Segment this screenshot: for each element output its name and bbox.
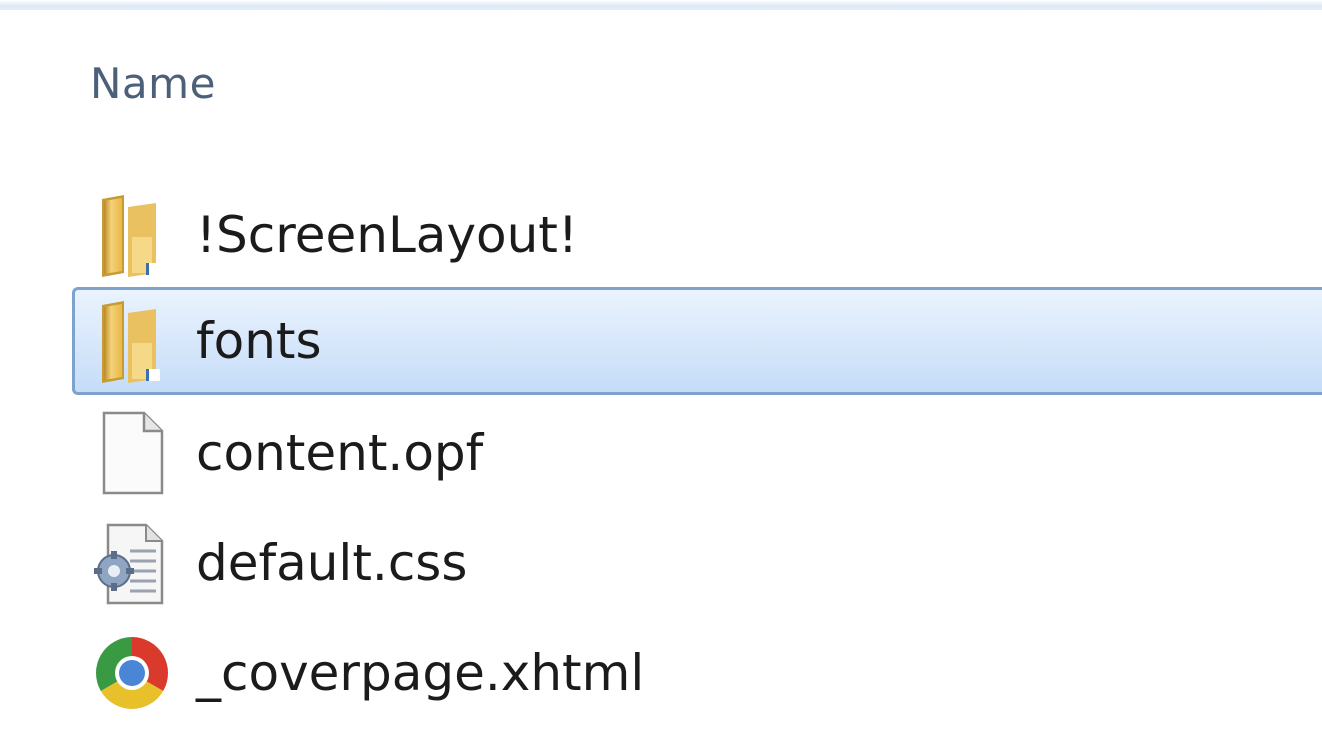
folder-icon	[102, 301, 160, 383]
file-row-screenlayout[interactable]: !ScreenLayout!	[72, 181, 1322, 289]
top-border	[0, 0, 1322, 10]
file-name: default.css	[196, 534, 468, 592]
file-name: _coverpage.xhtml	[196, 644, 645, 702]
css-settings-file-icon	[94, 523, 164, 605]
file-name: fonts	[196, 312, 322, 370]
file-row-coverpage-xhtml[interactable]: _coverpage.xhtml	[72, 619, 1322, 727]
file-explorer-view: Name !ScreenLayout! fonts content.opf de…	[0, 0, 1322, 735]
blank-file-icon	[102, 411, 164, 495]
file-row-content-opf[interactable]: content.opf	[72, 399, 1322, 507]
file-name: content.opf	[196, 424, 484, 482]
file-row-fonts[interactable]: fonts	[72, 287, 1322, 395]
name-column-header[interactable]: Name	[90, 48, 216, 118]
folder-icon	[102, 195, 160, 277]
name-column-header-label: Name	[90, 58, 216, 108]
file-row-default-css[interactable]: default.css	[72, 509, 1322, 617]
chrome-icon	[95, 637, 169, 710]
file-name: !ScreenLayout!	[196, 206, 578, 264]
